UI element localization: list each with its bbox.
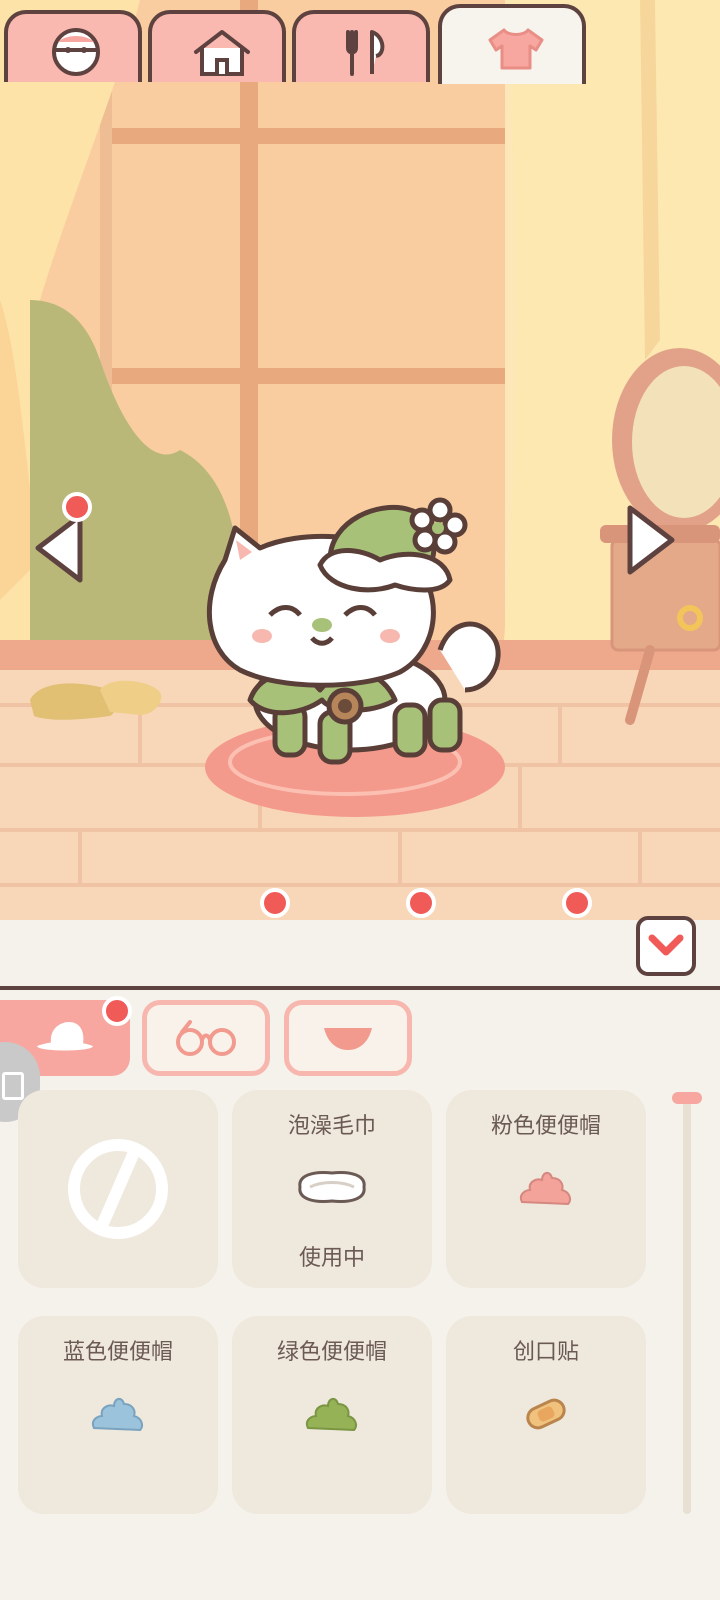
tab-clothing-badge	[562, 888, 592, 918]
subtab-hat-badge	[102, 996, 132, 1026]
item-name: 绿色便便帽	[276, 1340, 387, 1365]
item-status-in-use: 使用中	[298, 1246, 365, 1271]
bib-icon	[324, 1028, 372, 1050]
subtab-neck[interactable]	[284, 1000, 412, 1076]
room-scene	[0, 0, 720, 920]
collapse-panel-button[interactable]	[636, 916, 696, 976]
towel-icon	[298, 1171, 366, 1203]
item-name: 泡澡毛巾	[287, 1114, 376, 1139]
glasses-icon	[176, 1020, 236, 1056]
item-card-bandage[interactable]: 创口贴	[446, 1316, 646, 1514]
item-card-blue-poop-hat[interactable]: 蓝色便便帽	[18, 1316, 218, 1514]
none-icon	[68, 1139, 168, 1239]
triangle-right-icon	[627, 505, 675, 575]
item-card-pink-poop-hat[interactable]: 粉色便便帽	[446, 1090, 646, 1288]
item-card-none[interactable]	[18, 1090, 218, 1288]
item-list-scrollbar-thumb[interactable]	[672, 1092, 702, 1104]
shirt-icon	[488, 28, 544, 70]
item-list-scrollbar-track	[683, 1096, 691, 1514]
green-poop-hat-icon	[306, 1398, 357, 1432]
blue-poop-hat-icon	[92, 1398, 143, 1432]
room-background	[0, 0, 720, 920]
tab-food[interactable]	[292, 10, 430, 82]
tab-food-badge	[406, 888, 436, 918]
next-scene-button[interactable]	[622, 500, 682, 580]
item-name: 创口贴	[512, 1340, 579, 1365]
fork-knife-icon	[346, 30, 385, 76]
bandage-icon	[526, 1398, 566, 1430]
item-card-towel[interactable]: 泡澡毛巾 使用中	[232, 1090, 432, 1288]
tab-clothing[interactable]	[438, 4, 586, 84]
face-icon	[52, 28, 100, 76]
tab-character[interactable]	[4, 10, 142, 82]
tab-home[interactable]	[148, 10, 286, 82]
tab-bar-baseline	[0, 986, 720, 990]
chevron-down-icon	[648, 934, 684, 956]
pink-poop-hat-icon	[520, 1172, 571, 1206]
item-name: 蓝色便便帽	[62, 1340, 173, 1365]
item-card-green-poop-hat[interactable]: 绿色便便帽	[232, 1316, 432, 1514]
house-icon	[194, 30, 250, 76]
notification-badge	[62, 492, 92, 522]
subtab-glasses[interactable]	[142, 1000, 270, 1076]
tab-home-badge	[260, 888, 290, 918]
hat-icon	[37, 1022, 93, 1051]
item-name: 粉色便便帽	[490, 1114, 601, 1139]
